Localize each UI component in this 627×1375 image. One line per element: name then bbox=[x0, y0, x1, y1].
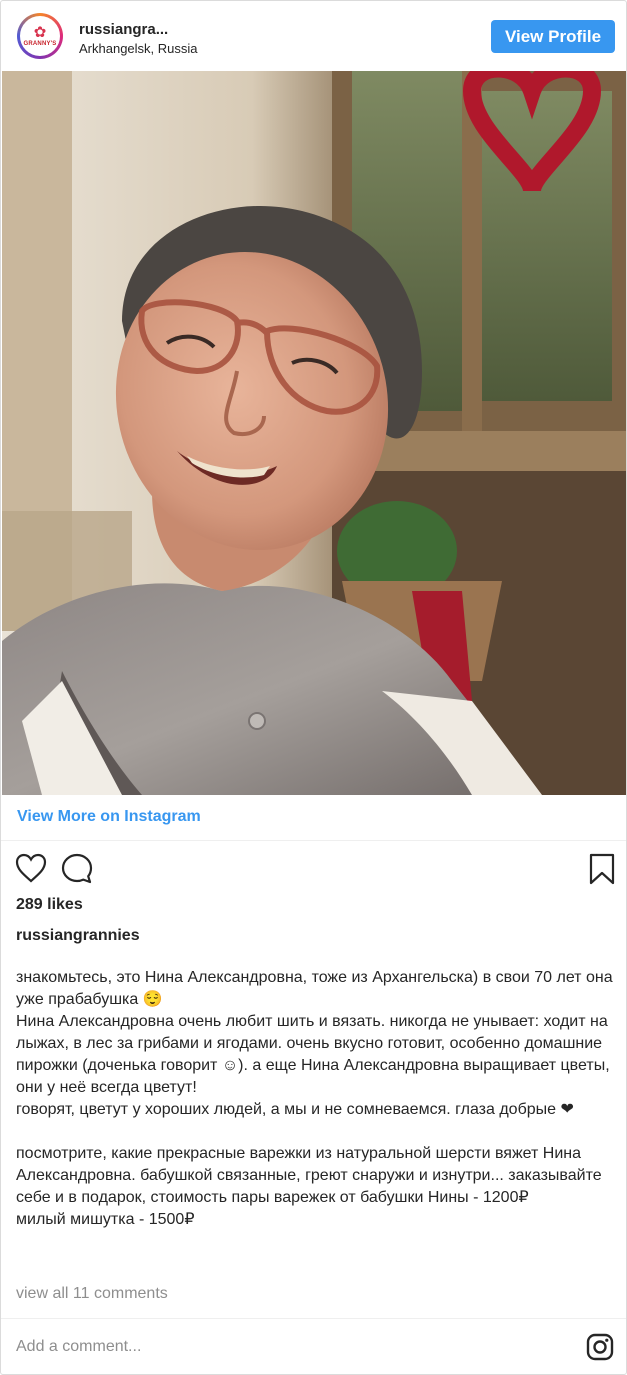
view-all-comments-link[interactable]: view all 11 comments bbox=[16, 1285, 168, 1303]
caption-text: знакомьтесь, это Нина Александровна, тож… bbox=[16, 967, 616, 1231]
flower-icon: ✿ bbox=[33, 24, 47, 41]
add-comment-bar bbox=[1, 1318, 626, 1374]
post-header: ✿ GRANNY'S russiangra... Arkhangelsk, Ru… bbox=[1, 1, 626, 71]
instagram-embed-card: ✿ GRANNY'S russiangra... Arkhangelsk, Ru… bbox=[0, 0, 627, 1375]
caption-paragraph: посмотрите, какие прекрасные варежки из … bbox=[16, 1145, 602, 1228]
comment-bubble-icon[interactable] bbox=[61, 853, 93, 890]
avatar[interactable]: ✿ GRANNY'S bbox=[17, 13, 63, 59]
post-photo[interactable] bbox=[2, 71, 626, 795]
view-profile-button[interactable]: View Profile bbox=[491, 20, 615, 53]
likes-count[interactable]: 289 likes bbox=[16, 896, 83, 914]
comment-input[interactable] bbox=[16, 1335, 556, 1359]
view-more-bar: View More on Instagram bbox=[1, 795, 626, 841]
bookmark-icon[interactable] bbox=[589, 853, 615, 890]
caption-username[interactable]: russiangrannies bbox=[16, 927, 140, 945]
location[interactable]: Arkhangelsk, Russia bbox=[79, 41, 198, 56]
heart-icon[interactable] bbox=[15, 853, 47, 888]
instagram-logo-icon[interactable] bbox=[586, 1333, 614, 1366]
avatar-logo-text: GRANNY'S bbox=[23, 41, 57, 47]
username[interactable]: russiangra... bbox=[79, 21, 168, 38]
view-more-link[interactable]: View More on Instagram bbox=[17, 808, 201, 826]
caption-paragraph: знакомьтесь, это Нина Александровна, тож… bbox=[16, 969, 613, 1118]
